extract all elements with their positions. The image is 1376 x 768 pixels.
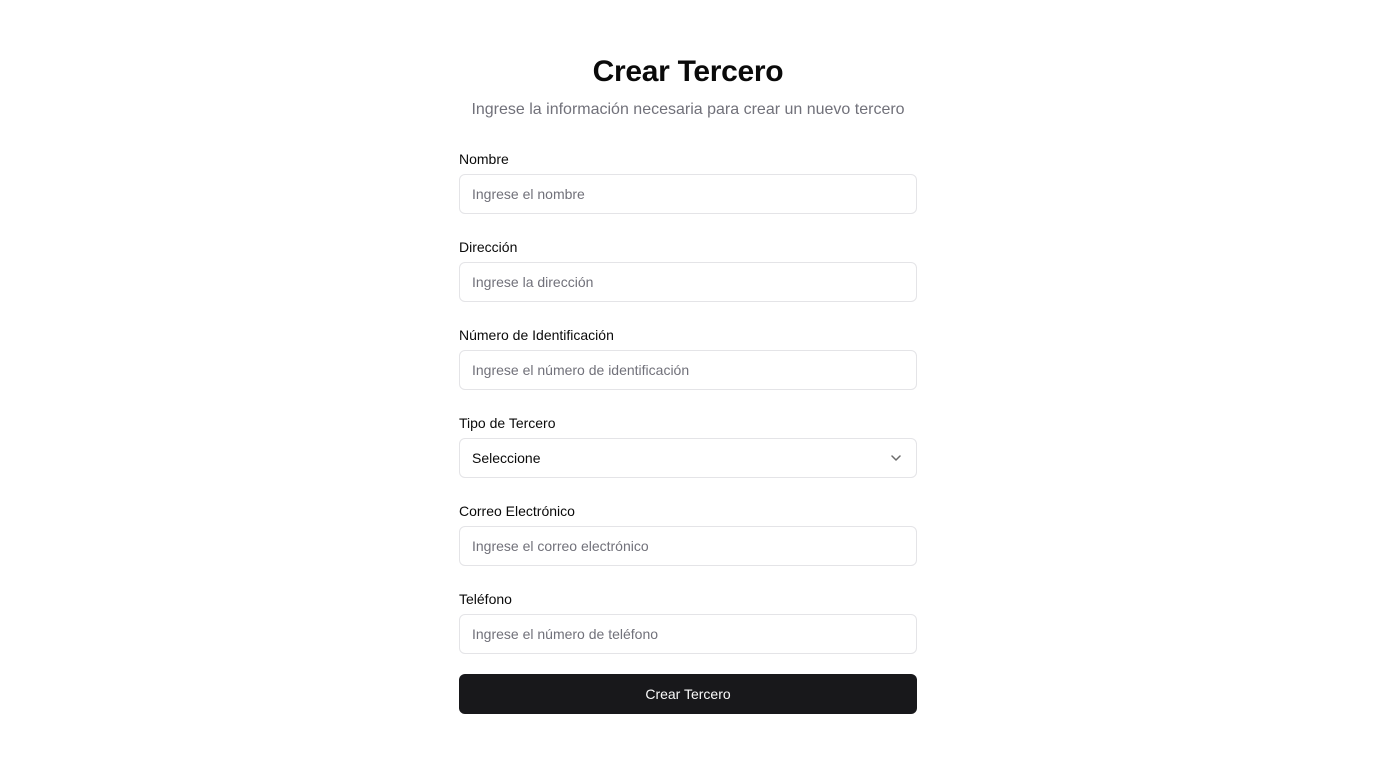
field-direccion: Dirección	[459, 238, 917, 302]
chevron-down-icon	[888, 450, 904, 466]
direccion-input[interactable]	[459, 262, 917, 302]
telefono-label: Teléfono	[459, 591, 512, 607]
field-correo: Correo Electrónico	[459, 502, 917, 566]
field-nombre: Nombre	[459, 150, 917, 214]
tipo-tercero-label: Tipo de Tercero	[459, 415, 556, 431]
crear-tercero-button[interactable]: Crear Tercero	[459, 674, 917, 714]
correo-input[interactable]	[459, 526, 917, 566]
page-subtitle: Ingrese la información necesaria para cr…	[471, 101, 905, 118]
tipo-tercero-selected-value: Seleccione	[472, 450, 541, 466]
telefono-input[interactable]	[459, 614, 917, 654]
nombre-input[interactable]	[459, 174, 917, 214]
create-tercero-form: Crear Tercero Ingrese la información nec…	[459, 52, 917, 714]
page-title: Crear Tercero	[592, 55, 784, 88]
identificacion-label: Número de Identificación	[459, 327, 614, 343]
tipo-tercero-select[interactable]: Seleccione	[459, 438, 917, 478]
direccion-label: Dirección	[459, 239, 518, 255]
field-telefono: Teléfono	[459, 590, 917, 654]
field-identificacion: Número de Identificación	[459, 326, 917, 390]
correo-label: Correo Electrónico	[459, 503, 575, 519]
field-tipo-tercero: Tipo de Tercero Seleccione	[459, 414, 917, 478]
identificacion-input[interactable]	[459, 350, 917, 390]
nombre-label: Nombre	[459, 151, 509, 167]
page: Crear Tercero Ingrese la información nec…	[0, 0, 1376, 768]
